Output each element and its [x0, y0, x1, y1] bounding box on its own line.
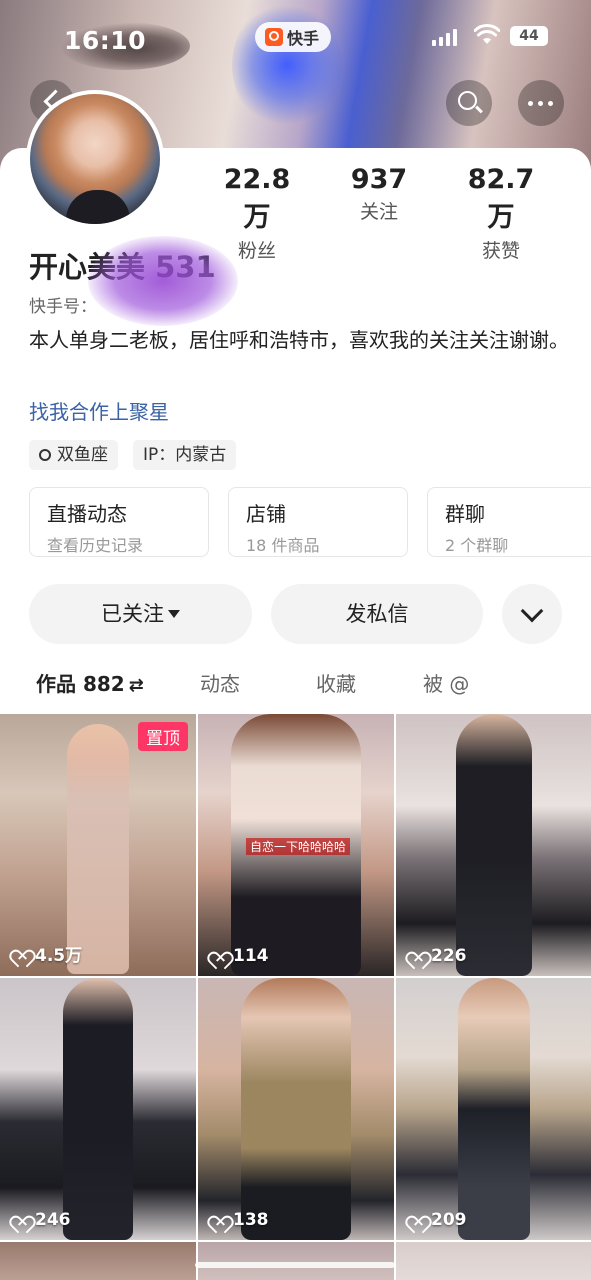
content-tabs: 作品 882 ⇄ 动态 收藏 被 @	[0, 668, 591, 708]
video-tile[interactable]: 138	[198, 978, 394, 1240]
like-value: 226	[431, 946, 467, 966]
constellation-icon	[39, 449, 51, 461]
heart-icon	[210, 1212, 228, 1228]
feature-live-history[interactable]: 直播动态 查看历史记录	[29, 487, 209, 557]
pinned-badge: 置顶	[138, 722, 188, 751]
video-tile[interactable]: 226	[396, 714, 591, 976]
stat-value: 22.8万	[223, 164, 291, 233]
like-value: 246	[35, 1210, 71, 1230]
privacy-blur	[88, 236, 238, 326]
tab-label: 作品 882	[36, 672, 125, 696]
swap-icon[interactable]: ⇄	[129, 675, 144, 696]
video-tile[interactable]: 246	[0, 978, 196, 1240]
tab-favorites[interactable]: 收藏	[316, 668, 356, 697]
tab-mentions[interactable]: 被 @	[423, 668, 469, 697]
app-indicator: 快手	[255, 22, 332, 52]
like-count: 246	[12, 1210, 71, 1230]
feature-subtitle: 2 个群聊	[445, 536, 509, 555]
follow-button[interactable]: 已关注	[29, 584, 252, 644]
app-name: 快手	[287, 29, 320, 48]
chevron-down-icon[interactable]	[502, 584, 562, 644]
profile-bio: 本人单身二老板，居住呼和浩特市，喜欢我的关注关注谢谢。	[29, 328, 569, 352]
signal-icon	[432, 28, 457, 46]
heart-icon	[12, 1212, 30, 1228]
stat-value: 82.7万	[467, 164, 535, 233]
tag-ip-location: IP：内蒙古	[133, 440, 237, 470]
like-value: 114	[233, 946, 269, 966]
home-indicator[interactable]	[195, 1262, 395, 1268]
heart-icon	[408, 948, 426, 964]
heart-icon	[408, 1212, 426, 1228]
search-button[interactable]	[446, 80, 492, 126]
feature-shop[interactable]: 店铺 18 件商品	[228, 487, 408, 557]
cooperation-link[interactable]: 找我合作上聚星	[29, 396, 169, 425]
stat-following[interactable]: 937 关注	[346, 164, 412, 224]
message-label: 发私信	[345, 602, 409, 626]
tab-works[interactable]: 作品 882 ⇄	[36, 668, 144, 697]
feature-title: 店铺	[246, 502, 286, 526]
feature-subtitle: 查看历史记录	[47, 536, 144, 555]
like-count: 114	[210, 946, 269, 966]
status-bar: 16:10 快手 44	[0, 22, 591, 58]
feature-group-chat[interactable]: 群聊 2 个群聊	[427, 487, 591, 557]
video-tile[interactable]	[198, 1242, 394, 1280]
wifi-icon	[474, 24, 500, 44]
tag-label: 双鱼座	[57, 445, 108, 465]
stat-label: 关注	[359, 201, 398, 223]
stat-label: 获赞	[481, 240, 520, 262]
video-tile[interactable]	[396, 1242, 591, 1280]
stat-value: 937	[350, 164, 408, 195]
kuaishou-logo-icon	[265, 28, 283, 46]
stat-followers[interactable]: 22.8万 粉丝	[214, 164, 300, 263]
feature-title: 群聊	[445, 502, 485, 526]
follow-label: 已关注	[101, 602, 164, 626]
message-button[interactable]: 发私信	[271, 584, 483, 644]
like-count: 209	[408, 1210, 467, 1230]
heart-icon	[210, 948, 228, 964]
like-count: 226	[408, 946, 467, 966]
video-tile[interactable]: 置顶 4.5万	[0, 714, 196, 976]
more-button[interactable]	[518, 80, 564, 126]
video-caption: 自恋一下哈哈哈哈	[246, 838, 351, 855]
battery-icon: 44	[510, 26, 548, 46]
like-value: 209	[431, 1210, 467, 1230]
caret-down-icon	[168, 610, 180, 618]
like-count: 4.5万	[12, 941, 82, 966]
video-tile[interactable]	[0, 1242, 196, 1280]
tag-label: IP：内蒙古	[143, 445, 227, 465]
like-count: 138	[210, 1210, 269, 1230]
tab-moments[interactable]: 动态	[200, 668, 240, 697]
like-value: 4.5万	[35, 946, 83, 966]
tag-constellation: 双鱼座	[29, 440, 118, 470]
more-icon	[528, 101, 553, 106]
avatar[interactable]	[26, 90, 164, 228]
like-value: 138	[233, 1210, 269, 1230]
kuaishou-id[interactable]: 快手号：	[29, 292, 97, 317]
heart-icon	[12, 946, 30, 962]
video-tile[interactable]: 自恋一下哈哈哈哈 114	[198, 714, 394, 976]
status-time: 16:10	[64, 26, 147, 55]
stat-likes[interactable]: 82.7万 获赞	[456, 164, 546, 263]
feature-subtitle: 18 件商品	[246, 536, 320, 555]
video-tile[interactable]: 209	[396, 978, 591, 1240]
feature-title: 直播动态	[47, 502, 127, 526]
